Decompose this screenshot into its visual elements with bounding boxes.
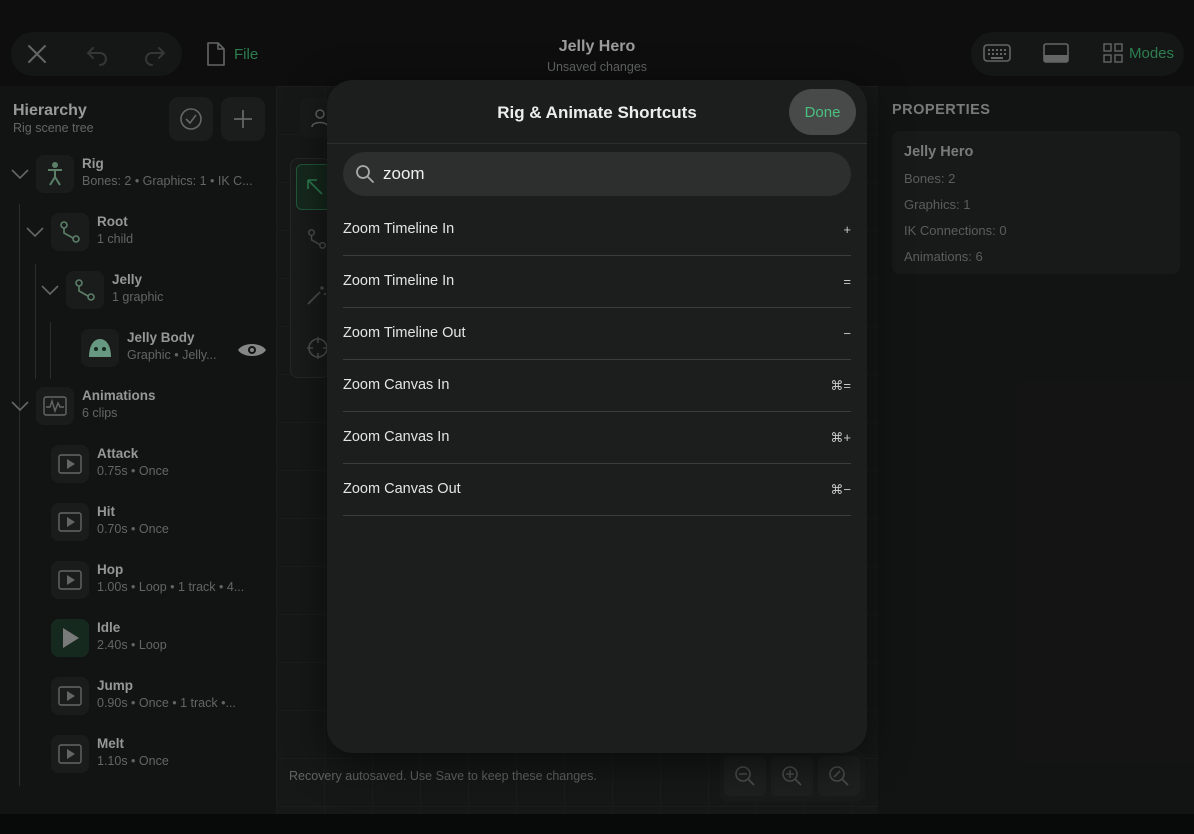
- shortcut-row[interactable]: Zoom Timeline In +: [343, 204, 851, 256]
- shortcut-label: Zoom Canvas In: [343, 429, 450, 445]
- shortcut-label: Zoom Canvas In: [343, 377, 450, 393]
- search-input[interactable]: [383, 160, 833, 188]
- dialog-title: Rig & Animate Shortcuts: [497, 103, 697, 122]
- search-field[interactable]: [343, 152, 851, 196]
- shortcut-row[interactable]: Zoom Canvas In ⌘=: [343, 360, 851, 412]
- shortcut-key: −: [843, 326, 851, 341]
- shortcut-label: Zoom Timeline Out: [343, 325, 466, 341]
- search-icon: [355, 164, 375, 184]
- shortcut-key: ⌘=: [830, 378, 851, 393]
- shortcut-row[interactable]: Zoom Timeline Out −: [343, 308, 851, 360]
- shortcut-label: Zoom Timeline In: [343, 273, 455, 289]
- shortcut-label: Zoom Canvas Out: [343, 481, 461, 497]
- shortcut-row[interactable]: Zoom Canvas Out ⌘−: [343, 464, 851, 516]
- shortcut-label: Zoom Timeline In: [343, 221, 455, 237]
- done-button[interactable]: Done: [789, 89, 856, 135]
- shortcut-key: +: [843, 222, 851, 237]
- shortcut-key: ⌘−: [830, 482, 851, 497]
- shortcut-row[interactable]: Zoom Timeline In =: [343, 256, 851, 308]
- shortcuts-dialog: Rig & Animate Shortcuts Done Zoom Timeli…: [327, 80, 867, 753]
- shortcut-key: ⌘+: [830, 430, 851, 445]
- shortcut-key: =: [843, 274, 851, 289]
- shortcut-row[interactable]: Zoom Canvas In ⌘+: [343, 412, 851, 464]
- dialog-header: Rig & Animate Shortcuts Done: [327, 80, 867, 144]
